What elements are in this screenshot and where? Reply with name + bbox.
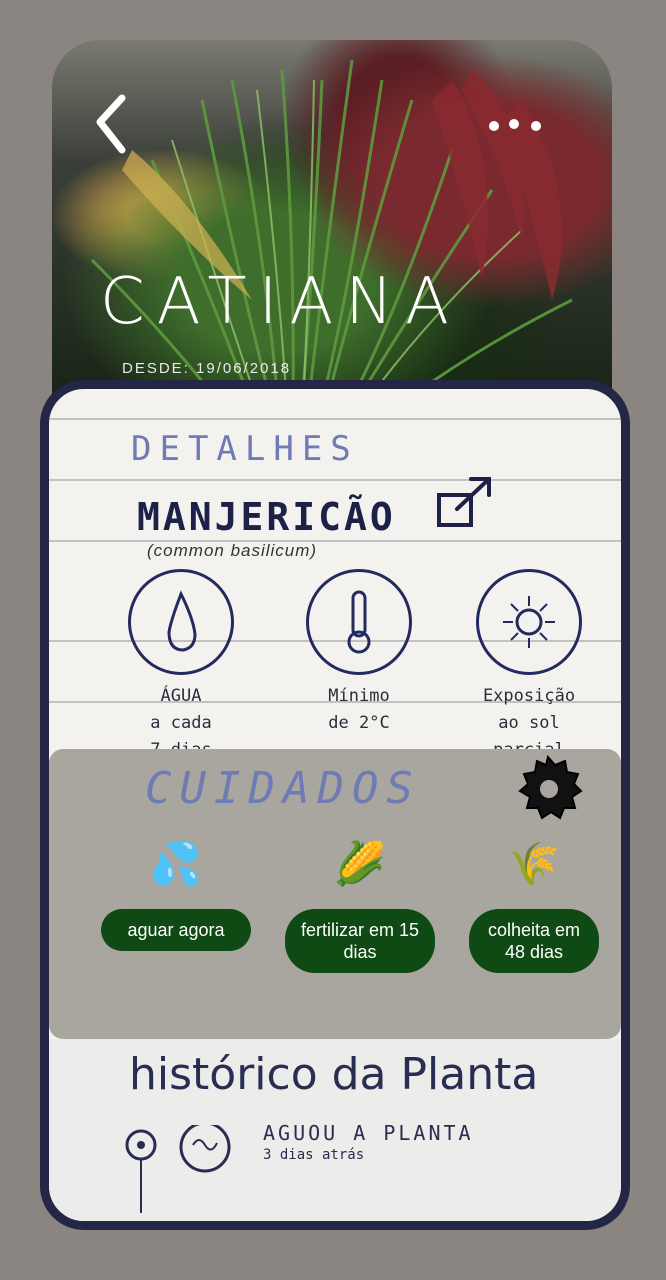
plant-card: DETALHES MANJERICÃO (common basilicum) Á…	[40, 380, 630, 1230]
back-button[interactable]	[92, 92, 136, 158]
details-heading: DETALHES	[131, 429, 359, 469]
harvest-button[interactable]: colheita em 48 dias	[469, 909, 599, 973]
history-entry[interactable]: AGUOU A PLANTA 3 dias atrás	[263, 1121, 474, 1163]
history-heading: histórico da Planta	[129, 1049, 539, 1100]
task-harvest: 🌾 colheita em 48 dias	[469, 839, 599, 973]
external-link-icon	[437, 477, 491, 527]
thermometer-icon	[306, 569, 412, 675]
wheat-icon: 🌾	[507, 840, 561, 887]
chevron-left-icon	[96, 94, 126, 154]
task-fertilize: 🌽 fertilizar em 15 dias	[285, 839, 435, 973]
care-settings-button[interactable]	[511, 751, 585, 825]
history-entry-icons	[125, 1121, 255, 1220]
temperature-info: Mínimo de 2°C	[289, 569, 429, 737]
water-splash-icon: 💦	[149, 840, 203, 887]
sun-label: Exposição	[482, 686, 576, 706]
since-date: DESDE: 19/06/2018	[122, 360, 292, 377]
water-label-2: a cada	[150, 713, 212, 733]
plant-name: CATIANA	[100, 265, 461, 339]
fertilize-button[interactable]: fertilizar em 15 dias	[285, 909, 435, 973]
sun-icon	[476, 569, 582, 675]
sun-info: Exposição ao sol parcial	[459, 569, 599, 764]
history-entry-title: AGUOU A PLANTA	[263, 1121, 474, 1145]
species-name: MANJERICÃO	[137, 495, 396, 539]
more-options-button[interactable]	[484, 110, 548, 144]
history-entry-time: 3 dias atrás	[263, 1147, 365, 1163]
temperature-label: Mínimo	[328, 686, 390, 706]
care-heading: CUIDADOS	[145, 763, 421, 814]
corn-icon: 🌽	[333, 840, 387, 887]
water-label: ÁGUA	[160, 686, 202, 706]
water-now-button[interactable]: aguar agora	[101, 909, 251, 951]
species-link-button[interactable]	[435, 473, 497, 531]
temperature-label-2: de 2°C	[328, 713, 390, 733]
care-panel: CUIDADOS 💦 aguar agora 🌽 fertilizar em 1…	[49, 749, 621, 1039]
scientific-name: (common basilicum)	[147, 541, 318, 560]
gear-icon	[518, 754, 583, 820]
water-drop-icon	[128, 569, 234, 675]
more-dots-icon	[489, 119, 541, 131]
task-water: 💦 aguar agora	[101, 839, 251, 951]
history-section: histórico da Planta AGUOU A PLANTA 3 dia…	[49, 1039, 621, 1221]
water-info: ÁGUA a cada 7 dias	[111, 569, 251, 764]
